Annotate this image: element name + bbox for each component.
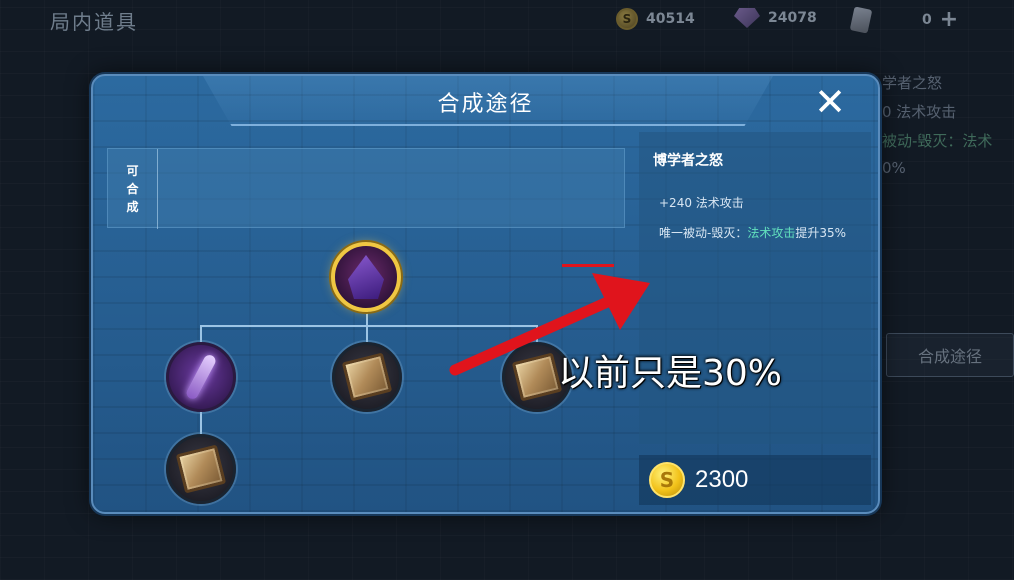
modal-title: 合成途径 xyxy=(437,92,534,117)
bg-item-name: 学者之怒 xyxy=(882,74,943,92)
background-compose-button[interactable]: 合成途径 xyxy=(886,333,1014,377)
item-passive: 唯一被动-毁灭：法术攻击提升35% xyxy=(659,224,859,242)
staff-icon xyxy=(184,352,218,402)
item-price: 2300 xyxy=(695,466,749,493)
composable-label-char-1: 可 xyxy=(126,164,139,178)
composable-label-char-2: 合 xyxy=(126,182,139,196)
annotation-text: 以前只是30% xyxy=(558,353,783,394)
top-bar: 局内道具 S 40514 24078 0 + xyxy=(0,0,1014,40)
gold-amount: 40514 xyxy=(646,11,695,27)
book-icon xyxy=(175,444,227,494)
item-node-book-middle[interactable] xyxy=(332,342,402,412)
item-name: 博学者之怒 xyxy=(653,153,723,169)
gold-coin-icon: S xyxy=(649,462,685,498)
close-button[interactable]: ✕ xyxy=(812,83,848,121)
hood-icon xyxy=(348,255,384,299)
add-icon[interactable]: + xyxy=(940,9,958,31)
tree-connector-horizontal xyxy=(200,325,538,327)
diamond-counter: 24078 xyxy=(734,8,817,28)
bg-item-passive-value: 0% xyxy=(882,159,906,177)
card-icon xyxy=(849,6,873,34)
passive-suffix: 提升35% xyxy=(795,226,847,240)
card-counter: 0 + xyxy=(849,6,958,34)
book-icon xyxy=(341,352,393,402)
passive-highlight: 法术攻击 xyxy=(747,226,796,240)
annotation-underline xyxy=(562,264,614,267)
compose-path-modal: 合成途径 ✕ 可 合 成 博学者之怒 +240 法术攻击 唯一被动-毁灭：法术攻… xyxy=(91,74,880,514)
gold-counter: S 40514 xyxy=(616,8,695,30)
item-info-panel: 博学者之怒 +240 法术攻击 唯一被动-毁灭：法术攻击提升35% xyxy=(639,132,871,444)
bg-item-stat: 0 法术攻击 xyxy=(882,103,957,121)
book-icon xyxy=(511,352,563,402)
composable-label-char-3: 成 xyxy=(126,200,139,214)
item-stat: +240 法术攻击 xyxy=(659,196,744,210)
card-amount: 0 xyxy=(922,12,932,28)
item-node-wand[interactable] xyxy=(166,342,236,412)
composable-label: 可 合 成 xyxy=(108,149,158,229)
tree-connector-wand-child xyxy=(200,410,202,436)
modal-header: 合成途径 ✕ xyxy=(93,76,878,128)
composable-items-box: 可 合 成 xyxy=(107,148,625,229)
item-node-scholar-fury[interactable] xyxy=(331,242,401,312)
page-title: 局内道具 xyxy=(50,10,138,34)
diamond-icon xyxy=(734,8,760,28)
bg-item-passive: 被动-毁灭：法术 xyxy=(882,132,993,150)
passive-prefix: 唯一被动-毁灭： xyxy=(659,226,748,240)
price-box: S 2300 xyxy=(639,455,871,505)
diamond-amount: 24078 xyxy=(768,10,817,26)
tree-connector-root xyxy=(366,310,368,326)
item-node-book-bottom[interactable] xyxy=(166,434,236,504)
background-item-details: 学者之怒 0 法术攻击 被动-毁灭：法术 0% xyxy=(882,72,1014,185)
gold-coin-icon: S xyxy=(616,8,638,30)
